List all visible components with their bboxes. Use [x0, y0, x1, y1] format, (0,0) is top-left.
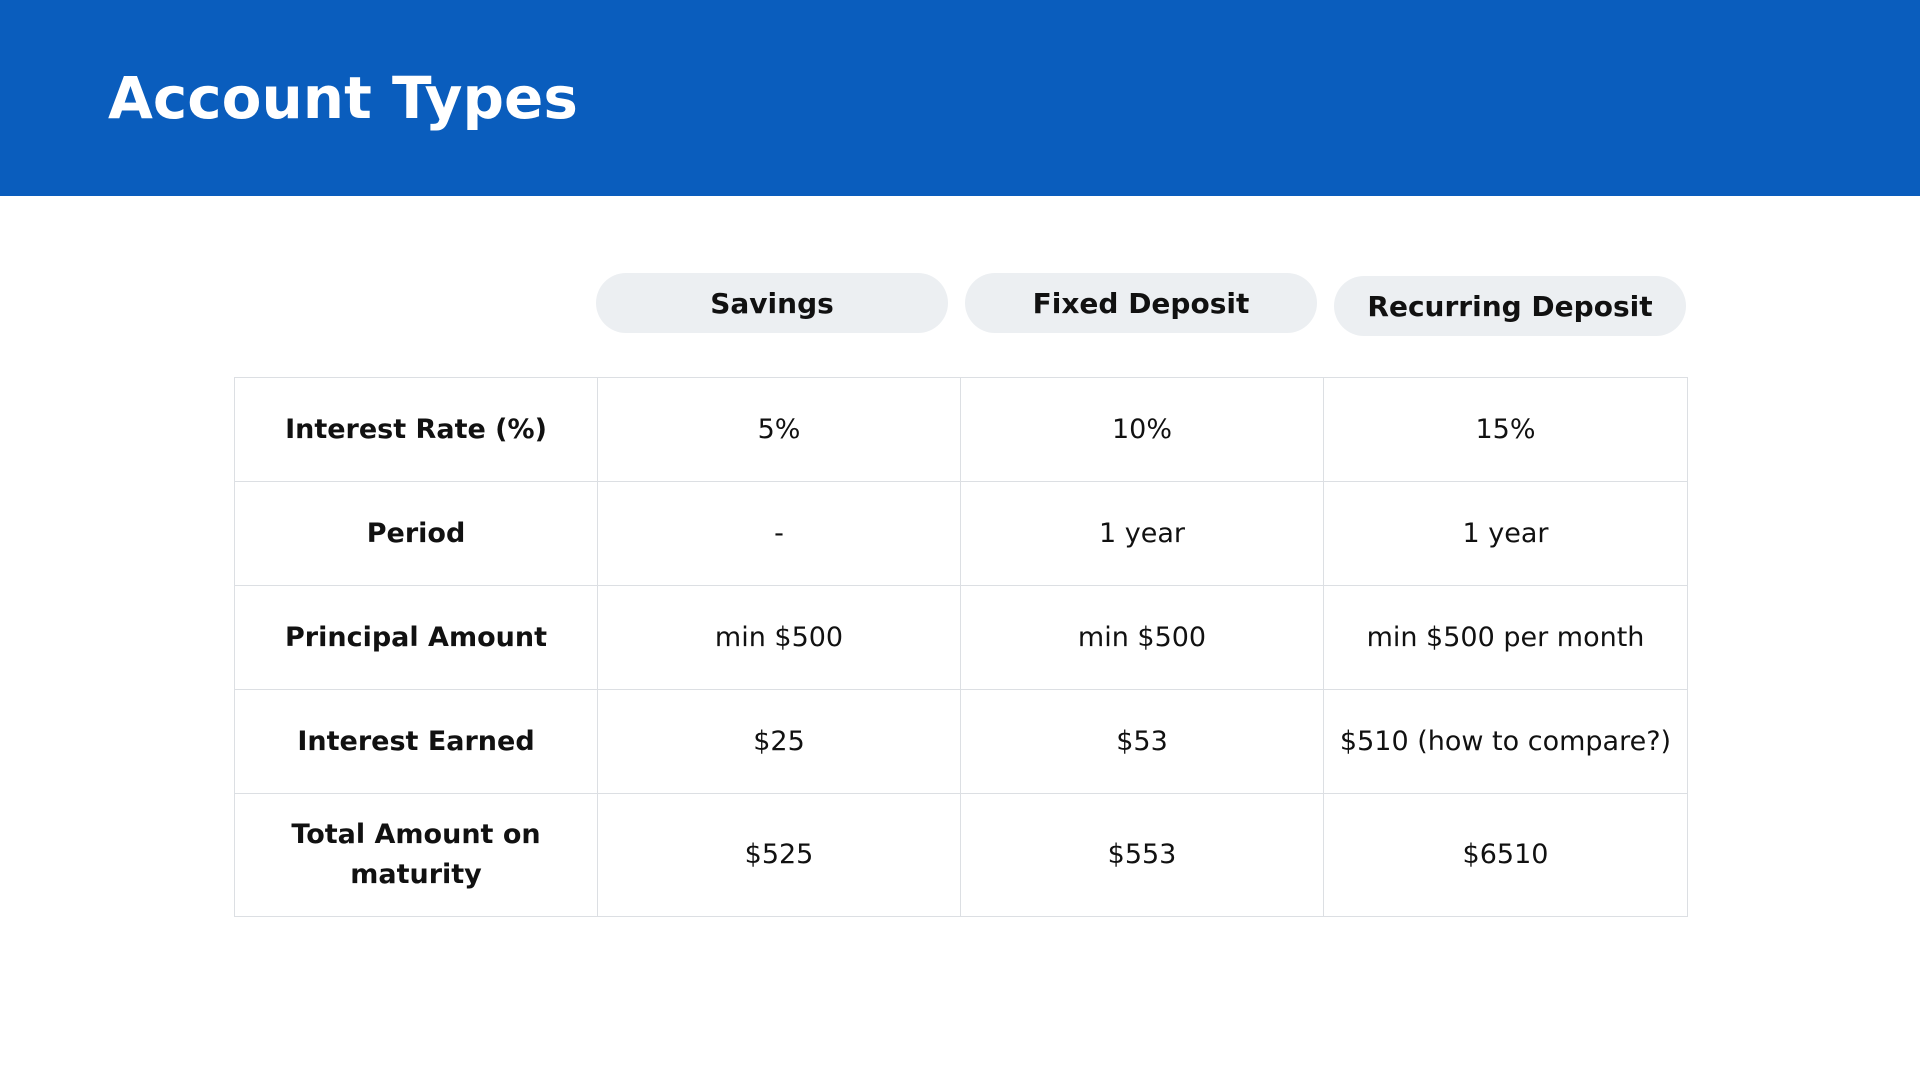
page-title: Account Types: [108, 64, 578, 132]
row-label: Interest Rate (%): [234, 377, 598, 482]
table-cell: min $500 per month: [1323, 585, 1688, 690]
table-cell: $510 (how to compare?): [1323, 689, 1688, 794]
table-row-principal-amount: Principal Amount min $500 min $500 min $…: [234, 585, 1688, 690]
table-cell: $25: [597, 689, 961, 794]
table-cell: $53: [960, 689, 1324, 794]
account-comparison-table: Interest Rate (%) 5% 10% 15% Period - 1 …: [234, 377, 1688, 917]
table-cell: 10%: [960, 377, 1324, 482]
row-label: Principal Amount: [234, 585, 598, 690]
table-row-period: Period - 1 year 1 year: [234, 481, 1688, 586]
table-cell: 15%: [1323, 377, 1688, 482]
table-cell: $553: [960, 793, 1324, 917]
row-label: Period: [234, 481, 598, 586]
table-cell: min $500: [597, 585, 961, 690]
table-cell: $525: [597, 793, 961, 917]
row-label: Interest Earned: [234, 689, 598, 794]
column-header-fixed-deposit: Fixed Deposit: [965, 273, 1317, 333]
row-label: Total Amount on maturity: [234, 793, 598, 917]
column-header-savings: Savings: [596, 273, 948, 333]
table-cell: $6510: [1323, 793, 1688, 917]
table-cell: min $500: [960, 585, 1324, 690]
table-cell: 1 year: [960, 481, 1324, 586]
table-cell: 1 year: [1323, 481, 1688, 586]
table-cell: 5%: [597, 377, 961, 482]
table-cell: -: [597, 481, 961, 586]
table-row-total-amount: Total Amount on maturity $525 $553 $6510: [234, 793, 1688, 917]
table-row-interest-earned: Interest Earned $25 $53 $510 (how to com…: [234, 689, 1688, 794]
table-row-interest-rate: Interest Rate (%) 5% 10% 15%: [234, 377, 1688, 482]
column-header-recurring-deposit: Recurring Deposit: [1334, 276, 1686, 336]
header-bar: Account Types: [0, 0, 1920, 196]
